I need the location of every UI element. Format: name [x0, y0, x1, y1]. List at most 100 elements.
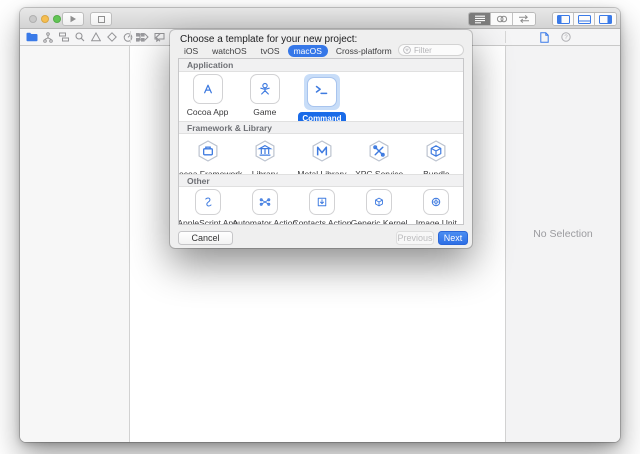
xcode-window: ? No Selection Choose a template for you… [20, 8, 620, 442]
section-header-other: Other [179, 174, 463, 187]
template-label: Cocoa App [186, 107, 229, 117]
template-library[interactable]: Library [236, 134, 293, 179]
assistant-editor-icon [496, 15, 508, 23]
inspector-tabs: ? [538, 29, 572, 45]
next-button[interactable]: Next [438, 231, 468, 245]
search-icon [74, 32, 85, 42]
symbols-icon [58, 32, 69, 42]
template-label: Image Unit [415, 218, 457, 225]
debug-area-toggle-button[interactable] [574, 13, 595, 25]
run-button[interactable] [62, 12, 84, 26]
assistant-editor-button[interactable] [491, 13, 513, 25]
game-icon [249, 74, 280, 104]
filter-field[interactable] [398, 44, 464, 56]
library-icon [250, 136, 280, 166]
pane-divider [130, 31, 131, 43]
template-automator-action[interactable]: Automator Action [232, 187, 297, 224]
new-project-template-dialog: Choose a template for your new project: … [170, 30, 472, 248]
tab-watchos[interactable]: watchOS [206, 45, 253, 57]
template-list: Application Cocoa App Game Command Frame… [178, 58, 464, 225]
applescript-app-icon [194, 189, 221, 215]
template-image-unit[interactable]: Image Unit [408, 187, 463, 225]
template-contacts-action[interactable]: Contacts Action [292, 187, 352, 225]
titlebar[interactable] [20, 8, 620, 29]
template-bundle[interactable]: Bundle [408, 134, 463, 179]
version-editor-icon [518, 15, 530, 23]
test-navigator-tab[interactable] [105, 30, 118, 44]
tab-ios[interactable]: iOS [178, 45, 204, 57]
symbol-navigator-tab[interactable] [57, 30, 70, 44]
utilities-panel-icon [599, 14, 612, 24]
file-inspector-tab[interactable] [538, 30, 551, 44]
tab-macos[interactable]: macOS [287, 45, 328, 57]
warning-triangle-icon [90, 32, 101, 42]
navigator-toggle-button[interactable] [553, 13, 574, 25]
no-selection-label: No Selection [533, 228, 593, 240]
automator-action-icon [251, 189, 278, 215]
project-navigator-tab[interactable] [25, 30, 38, 44]
stop-icon [97, 15, 105, 23]
template-label: AppleScript App [178, 218, 238, 225]
play-icon [69, 15, 77, 23]
template-metal-library[interactable]: Metal Library [293, 134, 350, 179]
find-navigator-tab[interactable] [73, 30, 86, 44]
gauge-icon [123, 32, 133, 42]
debug-area-icon [577, 14, 591, 24]
cocoa-app-icon [192, 74, 223, 104]
standard-editor-button[interactable] [469, 13, 491, 25]
filter-icon [403, 46, 411, 54]
source-control-icon [42, 31, 53, 43]
dialog-title: Choose a template for your new project: [180, 34, 358, 45]
utilities-pane: No Selection [505, 46, 620, 442]
pane-divider-right [505, 31, 506, 43]
tab-cross-platform[interactable]: Cross-platform [330, 45, 398, 57]
standard-editor-icon [474, 15, 486, 24]
bundle-icon [421, 136, 451, 166]
version-editor-button[interactable] [513, 13, 535, 25]
navigator-pane[interactable] [20, 46, 130, 442]
other-row: AppleScript App Automator Action Contact… [178, 187, 463, 225]
generic-kernel-icon [366, 189, 393, 215]
framework-row: Cocoa Framework Library Metal Library [179, 134, 463, 179]
close-button[interactable] [29, 15, 37, 23]
selected-template-highlight [303, 74, 340, 110]
debug-navigator-tab[interactable] [121, 30, 134, 44]
template-xpc-service[interactable]: XPC Service [351, 134, 408, 179]
contacts-action-icon [308, 189, 335, 215]
platform-tabs: iOS watchOS tvOS macOS Cross-platform [178, 45, 398, 57]
image-unit-icon [423, 189, 450, 215]
stop-button[interactable] [90, 12, 112, 26]
quick-help-tab[interactable]: ? [559, 30, 572, 44]
template-label: Generic Kernel [350, 218, 408, 225]
desktop: ? No Selection Choose a template for you… [0, 0, 640, 454]
navigator-panel-icon [556, 14, 570, 24]
cancel-button[interactable]: Cancel [178, 231, 233, 245]
editor-mode-control [468, 12, 536, 26]
xpc-service-icon [364, 136, 394, 166]
source-control-navigator-tab[interactable] [41, 30, 54, 44]
previous-button[interactable]: Previous [396, 231, 434, 245]
template-applescript-app[interactable]: AppleScript App [178, 187, 238, 225]
template-label: Contacts Action [292, 218, 352, 225]
filter-input[interactable] [414, 45, 459, 55]
metal-library-icon [307, 136, 337, 166]
template-generic-kernel[interactable]: Generic Kernel [350, 187, 408, 225]
issue-navigator-tab[interactable] [89, 30, 102, 44]
section-header-application: Application [179, 59, 463, 72]
command-line-tool-icon [306, 77, 337, 107]
dialog-buttons: Cancel Previous Next [170, 231, 472, 248]
tab-tvos[interactable]: tvOS [255, 45, 286, 57]
template-cocoa-framework[interactable]: Cocoa Framework [179, 134, 242, 179]
cocoa-framework-icon [193, 136, 223, 166]
template-label: Game [253, 107, 277, 117]
view-toggle-control [552, 12, 617, 26]
template-label: Automator Action [232, 218, 298, 225]
related-items-icon[interactable] [134, 30, 147, 44]
back-arrow-icon[interactable] [151, 30, 164, 44]
section-header-framework-library: Framework & Library [179, 121, 463, 134]
folder-icon [26, 32, 38, 42]
zoom-button[interactable] [53, 15, 61, 23]
utilities-toggle-button[interactable] [595, 13, 616, 25]
minimize-button[interactable] [41, 15, 49, 23]
diamond-icon [106, 32, 117, 42]
